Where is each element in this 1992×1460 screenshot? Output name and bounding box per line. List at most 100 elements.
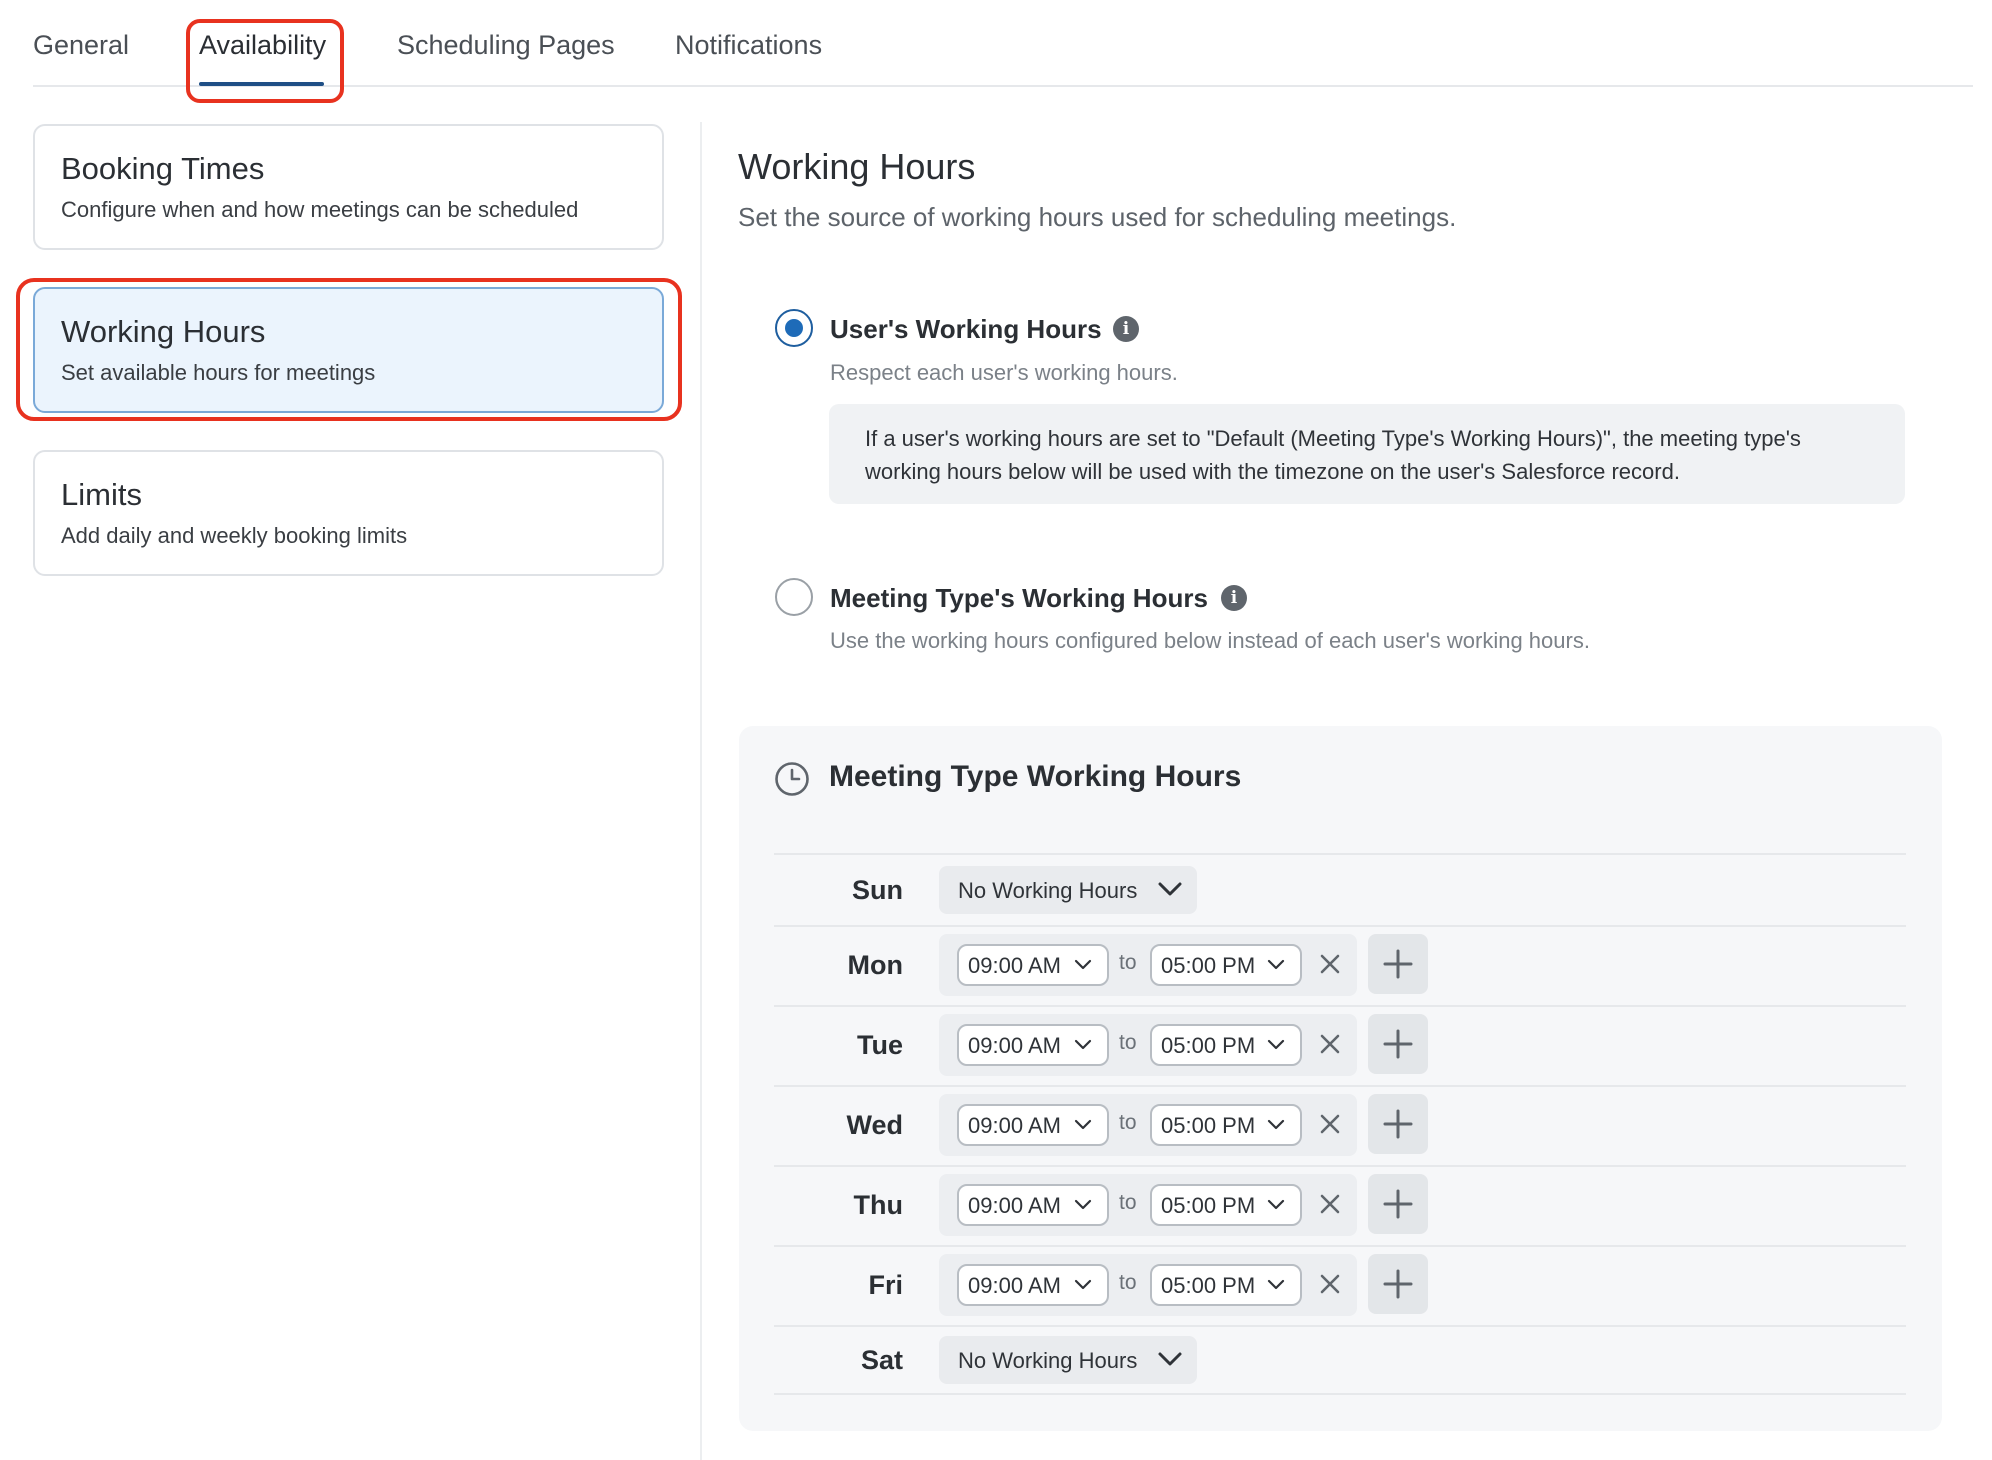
fri-start-time-select[interactable]: 09:00 AM — [957, 1264, 1109, 1306]
day-label-sat: Sat — [860, 1345, 903, 1375]
row-divider — [774, 1165, 1906, 1167]
sun-hours-select[interactable]: No Working Hours — [939, 866, 1197, 914]
tab-general[interactable]: General — [33, 30, 129, 61]
to-label: to — [1119, 1111, 1137, 1134]
chevron-down-icon — [1267, 959, 1285, 970]
close-icon[interactable] — [1314, 1268, 1346, 1300]
select-value: 09:00 AM — [968, 1113, 1061, 1138]
radio-users-working-hours[interactable] — [775, 309, 813, 347]
tab-scheduling-pages[interactable]: Scheduling Pages — [397, 30, 615, 61]
chevron-down-icon — [1158, 1352, 1182, 1366]
row-divider — [774, 1245, 1906, 1247]
select-value: No Working Hours — [958, 1348, 1138, 1373]
chevron-down-icon — [1267, 1199, 1285, 1210]
page-subtitle: Set the source of working hours used for… — [738, 202, 1457, 232]
thu-time-range: 09:00 AM to 05:00 PM — [939, 1174, 1357, 1236]
day-label-mon: Mon — [847, 950, 903, 980]
wed-end-time-select[interactable]: 05:00 PM — [1150, 1104, 1302, 1146]
thu-add-range-button[interactable] — [1368, 1174, 1428, 1234]
card-title: Booking Times — [61, 151, 265, 186]
thu-end-time-select[interactable]: 05:00 PM — [1150, 1184, 1302, 1226]
select-value: 05:00 PM — [1161, 1033, 1256, 1058]
clock-icon — [775, 762, 809, 796]
fri-end-time-select[interactable]: 05:00 PM — [1150, 1264, 1302, 1306]
thu-start-time-select[interactable]: 09:00 AM — [957, 1184, 1109, 1226]
select-value: 05:00 PM — [1161, 1193, 1256, 1218]
chevron-down-icon — [1267, 1279, 1285, 1290]
row-divider — [774, 925, 1906, 927]
option-description-meeting-type-working-hours: Use the working hours configured below i… — [830, 628, 1590, 653]
day-label-wed: Wed — [846, 1110, 903, 1140]
row-divider — [774, 1325, 1906, 1327]
close-icon[interactable] — [1314, 1188, 1346, 1220]
sidebar-card-limits[interactable]: Limits Add daily and weekly booking limi… — [33, 450, 664, 576]
working-hours-card-highlight — [16, 278, 682, 421]
plus-icon — [1383, 1029, 1413, 1059]
close-icon[interactable] — [1314, 1028, 1346, 1060]
day-label-sun: Sun — [852, 875, 903, 905]
chevron-down-icon — [1074, 1199, 1092, 1210]
option-label-meeting-type-working-hours: Meeting Type's Working Hours — [830, 583, 1208, 613]
wed-start-time-select[interactable]: 09:00 AM — [957, 1104, 1109, 1146]
option-description-users-working-hours: Respect each user's working hours. — [830, 360, 1178, 385]
availability-settings-page: General Availability Scheduling Pages No… — [0, 0, 1992, 1460]
card-description: Add daily and weekly booking limits — [61, 523, 408, 548]
chevron-down-icon — [1074, 1279, 1092, 1290]
select-value: 09:00 AM — [968, 1193, 1061, 1218]
working-hours-panel-title: Meeting Type Working Hours — [829, 760, 1242, 793]
tue-start-time-select[interactable]: 09:00 AM — [957, 1024, 1109, 1066]
availability-tab-highlight — [186, 19, 344, 103]
tab-notifications[interactable]: Notifications — [675, 30, 822, 61]
to-label: to — [1119, 951, 1137, 974]
fri-time-range: 09:00 AM to 05:00 PM — [939, 1254, 1357, 1316]
mon-end-time-select[interactable]: 05:00 PM — [1150, 944, 1302, 986]
chevron-down-icon — [1158, 882, 1182, 896]
mon-add-range-button[interactable] — [1368, 934, 1428, 994]
day-label-thu: Thu — [853, 1190, 903, 1220]
info-icon[interactable]: i — [1221, 585, 1247, 611]
card-description: Configure when and how meetings can be s… — [61, 197, 579, 222]
mon-start-time-select[interactable]: 09:00 AM — [957, 944, 1109, 986]
chevron-down-icon — [1074, 1119, 1092, 1130]
select-value: 09:00 AM — [968, 1273, 1061, 1298]
mon-time-range: 09:00 AM to 05:00 PM — [939, 934, 1357, 996]
radio-meeting-type-working-hours[interactable] — [775, 578, 813, 616]
select-value: 05:00 PM — [1161, 953, 1256, 978]
panel-divider — [700, 122, 702, 1460]
tue-time-range: 09:00 AM to 05:00 PM — [939, 1014, 1357, 1076]
wed-add-range-button[interactable] — [1368, 1094, 1428, 1154]
page-title: Working Hours — [738, 146, 976, 187]
select-value: 09:00 AM — [968, 1033, 1061, 1058]
fri-add-range-button[interactable] — [1368, 1254, 1428, 1314]
tue-end-time-select[interactable]: 05:00 PM — [1150, 1024, 1302, 1066]
chevron-down-icon — [1074, 959, 1092, 970]
day-label-fri: Fri — [868, 1270, 903, 1300]
close-icon[interactable] — [1314, 1108, 1346, 1140]
close-icon[interactable] — [1314, 948, 1346, 980]
option-label-users-working-hours: User's Working Hours — [830, 314, 1102, 344]
day-label-tue: Tue — [857, 1030, 903, 1060]
plus-icon — [1383, 949, 1413, 979]
chevron-down-icon — [1267, 1119, 1285, 1130]
plus-icon — [1383, 1269, 1413, 1299]
to-label: to — [1119, 1271, 1137, 1294]
select-value: 09:00 AM — [968, 953, 1061, 978]
select-value: No Working Hours — [958, 878, 1138, 903]
select-value: 05:00 PM — [1161, 1273, 1256, 1298]
plus-icon — [1383, 1109, 1413, 1139]
sidebar-card-booking-times[interactable]: Booking Times Configure when and how mee… — [33, 124, 664, 250]
info-icon[interactable]: i — [1113, 316, 1139, 342]
row-divider — [774, 1085, 1906, 1087]
row-divider — [774, 1005, 1906, 1007]
card-title: Limits — [61, 477, 142, 512]
users-working-hours-note: If a user's working hours are set to "De… — [829, 404, 1905, 504]
wed-time-range: 09:00 AM to 05:00 PM — [939, 1094, 1357, 1156]
chevron-down-icon — [1074, 1039, 1092, 1050]
tue-add-range-button[interactable] — [1368, 1014, 1428, 1074]
sat-hours-select[interactable]: No Working Hours — [939, 1336, 1197, 1384]
chevron-down-icon — [1267, 1039, 1285, 1050]
plus-icon — [1383, 1189, 1413, 1219]
to-label: to — [1119, 1031, 1137, 1054]
to-label: to — [1119, 1191, 1137, 1214]
row-divider — [774, 853, 1906, 855]
